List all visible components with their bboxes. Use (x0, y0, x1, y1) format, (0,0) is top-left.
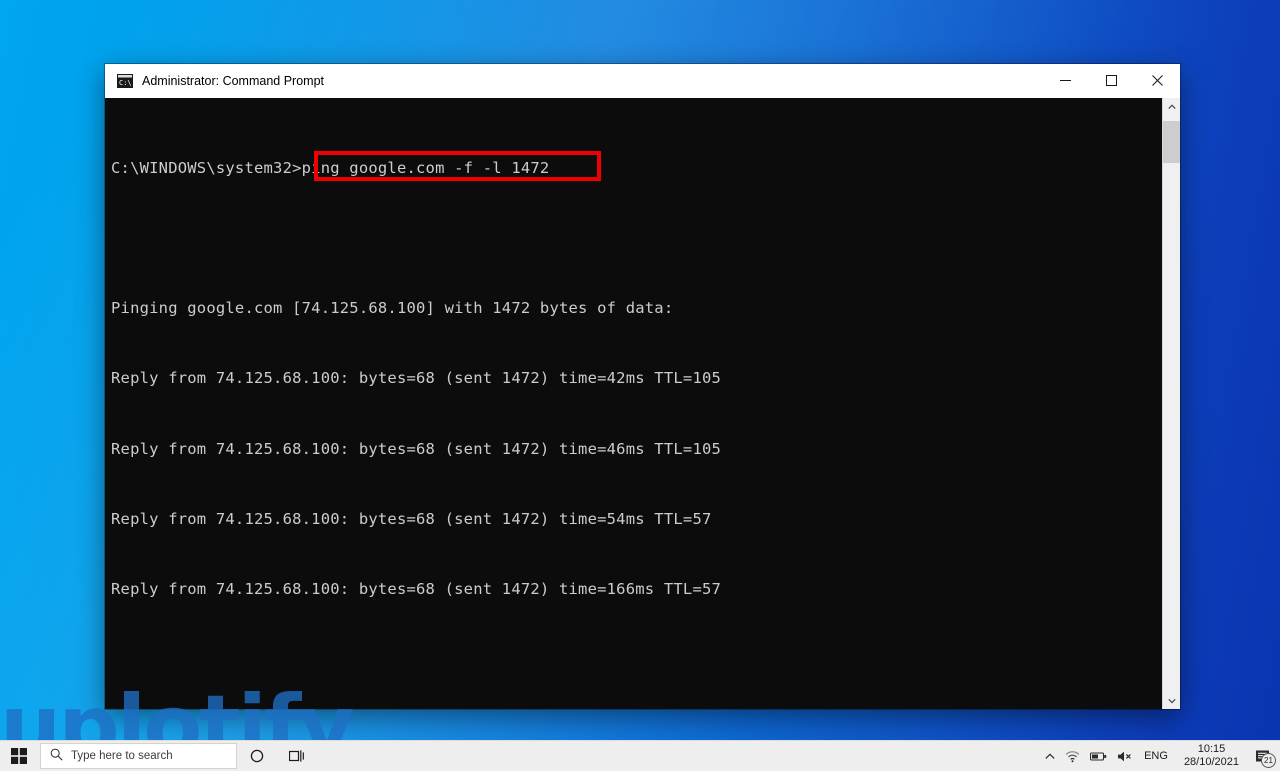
window-titlebar[interactable]: C:\ Administrator: Command Prompt (105, 64, 1180, 98)
svg-text:C:\: C:\ (119, 79, 132, 87)
notifications-button[interactable]: 21 (1248, 741, 1278, 771)
clock-time: 10:15 (1197, 743, 1226, 755)
windows-logo-icon (11, 748, 27, 764)
scrollbar-up-arrow[interactable] (1163, 98, 1180, 115)
speaker-muted-icon (1118, 751, 1131, 761)
console-line: Reply from 74.125.68.100: bytes=68 (sent… (111, 369, 722, 388)
console-icon: C:\ (117, 73, 133, 88)
scrollbar-track[interactable] (1163, 115, 1180, 692)
console-line: Reply from 74.125.68.100: bytes=68 (sent… (111, 580, 722, 599)
minimize-button[interactable] (1042, 64, 1088, 97)
language-indicator[interactable]: ENG (1137, 741, 1175, 771)
console-line: Pinging google.com [74.125.68.100] with … (111, 299, 674, 318)
show-hidden-icons-button[interactable] (1040, 741, 1060, 771)
clock[interactable]: 10:15 28/10/2021 (1175, 741, 1248, 771)
taskbar[interactable]: Type here to search ENG 10:15 28/10/2021… (0, 740, 1280, 771)
console-line: Reply from 74.125.68.100: bytes=68 (sent… (111, 509, 712, 528)
window-title: Administrator: Command Prompt (142, 73, 325, 88)
system-tray[interactable]: ENG 10:15 28/10/2021 21 (1040, 741, 1280, 771)
task-view-icon (289, 750, 304, 762)
console-output[interactable]: C:\WINDOWS\system32>ping google.com -f -… (105, 98, 1162, 709)
clock-date: 28/10/2021 (1183, 756, 1239, 768)
command-prompt-window[interactable]: C:\ Administrator: Command Prompt C:\WIN… (105, 64, 1180, 709)
wifi-status-button[interactable] (1060, 741, 1085, 771)
desktop: uplotify C:\ Administrator: Command Prom… (0, 0, 1280, 771)
maximize-button[interactable] (1088, 64, 1134, 97)
scrollbar-thumb[interactable] (1163, 121, 1180, 163)
battery-icon (1090, 751, 1107, 761)
search-icon (50, 748, 63, 764)
start-button[interactable] (0, 741, 38, 771)
search-input[interactable]: Type here to search (40, 743, 237, 769)
wifi-icon (1065, 750, 1080, 762)
console-line: C:\WINDOWS\system32>ping google.com -f -… (111, 158, 550, 177)
task-view-button[interactable] (277, 741, 317, 771)
cortana-circle-icon (250, 749, 264, 763)
notifications-badge: 21 (1261, 753, 1276, 768)
chevron-up-icon (1045, 752, 1055, 759)
volume-button[interactable] (1112, 741, 1137, 771)
scrollbar-down-arrow[interactable] (1163, 692, 1180, 709)
cortana-button[interactable] (237, 741, 277, 771)
console-line: Reply from 74.125.68.100: bytes=68 (sent… (111, 439, 722, 458)
console-scrollbar[interactable] (1162, 98, 1180, 709)
close-button[interactable] (1134, 64, 1180, 97)
console-body[interactable]: C:\WINDOWS\system32>ping google.com -f -… (105, 98, 1180, 709)
battery-status-button[interactable] (1085, 741, 1112, 771)
search-placeholder: Type here to search (71, 750, 173, 762)
